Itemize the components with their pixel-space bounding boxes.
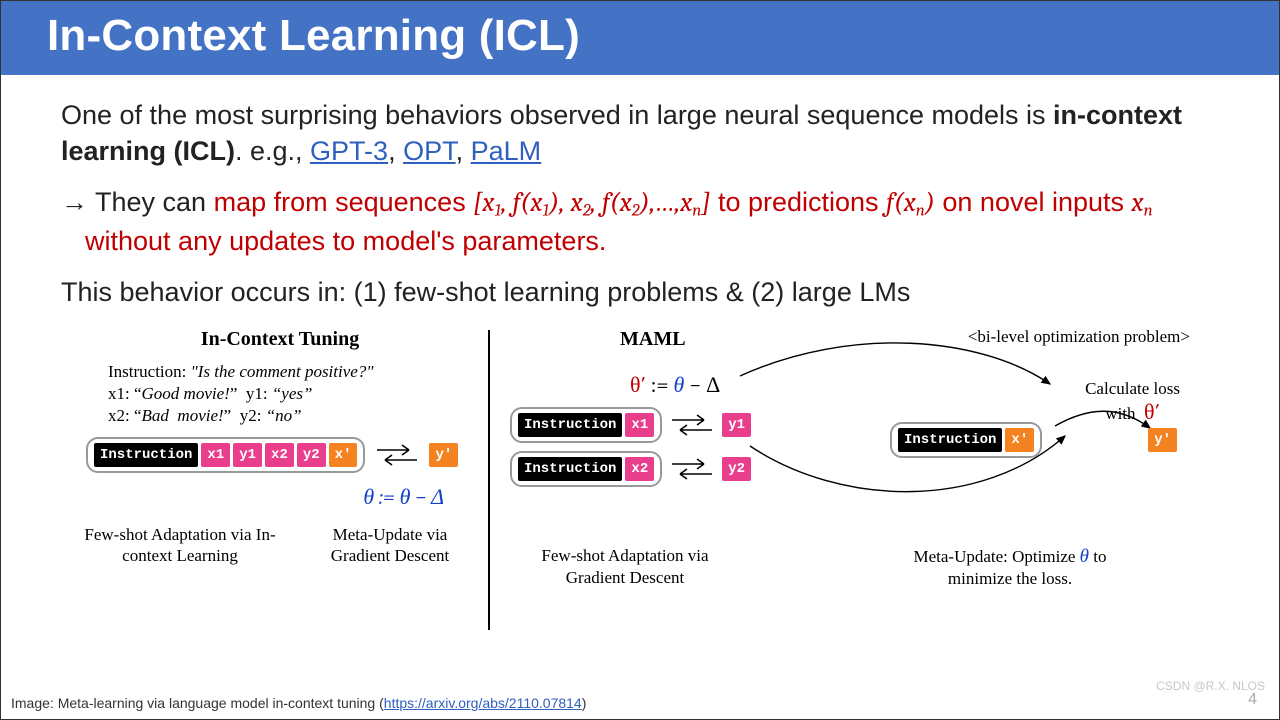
text-red: map from sequences: [214, 187, 474, 217]
token-instruction: Instruction: [518, 413, 622, 437]
math-fxn: f(xn): [886, 187, 935, 218]
figure-left-column: In-Context Tuning Instruction: "Is the c…: [80, 326, 480, 566]
caption-left-2: Meta-Update via Gradient Descent: [310, 524, 470, 567]
link-gpt3[interactable]: GPT-3: [310, 136, 388, 166]
fig-left-title: In-Context Tuning: [80, 326, 480, 353]
token-x2: x2: [625, 457, 654, 481]
text-red: to predictions: [710, 187, 886, 217]
math-theta-prime: θ′ := θ − Δ: [630, 372, 720, 398]
link-palm[interactable]: PaLM: [471, 136, 542, 166]
token-y1: y1: [722, 413, 751, 437]
caption-left-1: Few-shot Adaptation via In-context Learn…: [80, 524, 280, 567]
slide-title: In-Context Learning (ICL): [47, 11, 1233, 61]
instruction-question: "Is the comment positive?": [191, 362, 374, 381]
page-number: 4: [1248, 691, 1257, 709]
text: . e.g.,: [235, 136, 310, 166]
slide-body: One of the most surprising behaviors obs…: [1, 75, 1279, 654]
math-theta: θ := θ − Δ: [363, 484, 444, 510]
paragraph-1: One of the most surprising behaviors obs…: [61, 97, 1219, 170]
text: One of the most surprising behaviors obs…: [61, 100, 1053, 130]
exchange-arrows-icon: [670, 411, 714, 439]
credit-link[interactable]: https://arxiv.org/abs/2110.07814: [384, 695, 582, 711]
title-bar: In-Context Learning (ICL): [1, 1, 1279, 75]
token-y2: y2: [297, 443, 326, 467]
token-y1: y1: [233, 443, 262, 467]
captions-right: Few-shot Adaptation via Gradient Descent…: [510, 545, 1200, 589]
link-opt[interactable]: OPT: [403, 136, 456, 166]
paragraph-2: → They can map from sequences [x1, f(x1)…: [61, 184, 1219, 260]
token-xprime: x': [329, 443, 358, 467]
example-1: x1: “Good movie!” y1: “yes”: [108, 384, 312, 403]
text: ): [582, 695, 587, 711]
token-instruction: Instruction: [898, 428, 1002, 452]
maml-row-test: Instruction x' y': [890, 422, 1177, 458]
text: with θ′: [1105, 404, 1160, 423]
token-row-left: Instruction x1 y1 x2 y2 x' y': [86, 437, 480, 473]
caption-right-1: Few-shot Adaptation via Gradient Descent: [520, 545, 730, 589]
caption-right-2: Meta-Update: Optimize θ to minimize the …: [880, 545, 1140, 589]
math-theta: θ: [1080, 545, 1089, 567]
math-xn: xn: [1132, 187, 1153, 218]
text-red: without any updates to model's parameter…: [85, 226, 606, 256]
text: Image: Meta-learning via language model …: [11, 695, 384, 711]
token-yprime: y': [1148, 428, 1177, 452]
exchange-arrows-icon: [375, 440, 419, 470]
math-seq: [x1, f(x1), x2, f(x2),…,xn]: [473, 187, 710, 218]
theta-update-left: θ := θ − Δ: [80, 477, 444, 513]
text: Calculate loss: [1085, 379, 1180, 398]
text: ,: [388, 136, 403, 166]
example-2: x2: “Bad movie!” y2: “no”: [108, 406, 302, 425]
vertical-divider: [488, 330, 490, 630]
slide: In-Context Learning (ICL) One of the mos…: [0, 0, 1280, 720]
text-red: on novel inputs: [935, 187, 1132, 217]
figure: In-Context Tuning Instruction: "Is the c…: [80, 326, 1200, 654]
token-group: Instruction x': [890, 422, 1042, 458]
exchange-arrows-icon: [670, 455, 714, 483]
calc-loss-label: Calculate loss with θ′: [1085, 378, 1180, 425]
token-group: Instruction x2: [510, 451, 662, 487]
text: They can: [95, 187, 214, 217]
token-instruction: Instruction: [518, 457, 622, 481]
token-xprime: x': [1005, 428, 1034, 452]
bi-level-label: <bi-level optimization problem>: [968, 326, 1190, 349]
token-x1: x1: [625, 413, 654, 437]
figure-right-column: MAML <bi-level optimization problem> θ′ …: [510, 326, 1200, 590]
token-y2: y2: [722, 457, 751, 481]
captions-left: Few-shot Adaptation via In-context Learn…: [80, 524, 480, 567]
token-yprime: y': [429, 443, 458, 467]
token-group: Instruction x1 y1 x2 y2 x': [86, 437, 365, 473]
text: ,: [456, 136, 471, 166]
token-x2: x2: [265, 443, 294, 467]
token-x1: x1: [201, 443, 230, 467]
instruction-block: Instruction: "Is the comment positive?" …: [108, 361, 480, 427]
image-credit: Image: Meta-learning via language model …: [11, 695, 586, 711]
paragraph-3: This behavior occurs in: (1) few-shot le…: [61, 274, 1219, 310]
text: Instruction:: [108, 362, 191, 381]
token-group: Instruction x1: [510, 407, 662, 443]
text: Meta-Update: Optimize: [914, 547, 1080, 566]
arrow-icon: →: [61, 187, 95, 217]
token-instruction: Instruction: [94, 443, 198, 467]
